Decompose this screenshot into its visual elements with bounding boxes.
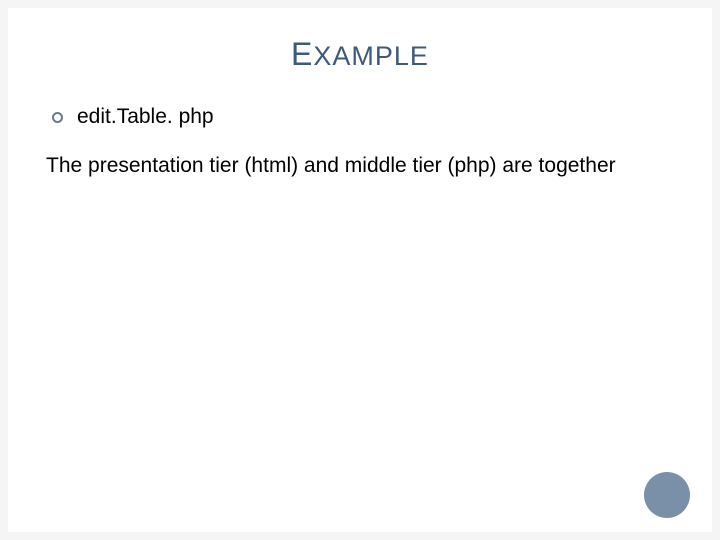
bullet-circle-icon <box>52 112 63 123</box>
slide: EXAMPLE edit.Table. php The presentation… <box>8 8 712 532</box>
title-rest: XAMPLE <box>313 41 429 71</box>
slide-title: EXAMPLE <box>46 36 674 73</box>
title-first-letter: E <box>291 36 313 72</box>
bullet-text: edit.Table. php <box>77 105 214 129</box>
body-paragraph: The presentation tier (html) and middle … <box>46 153 674 179</box>
bullet-item: edit.Table. php <box>52 105 674 129</box>
decorative-circle-icon <box>644 472 690 518</box>
